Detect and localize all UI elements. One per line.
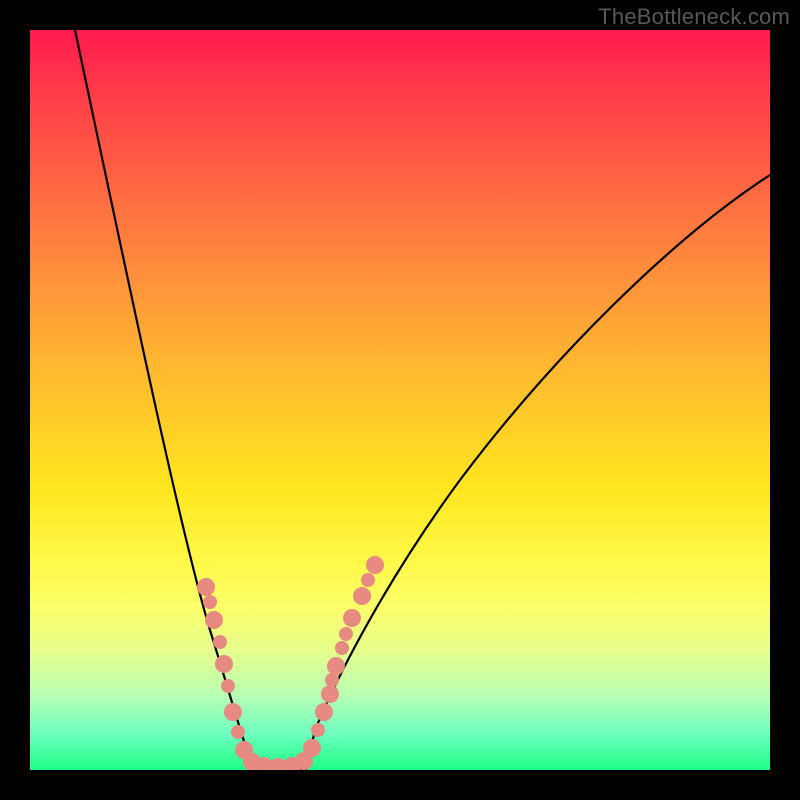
data-marker [361,573,375,587]
data-marker [343,609,361,627]
data-marker [213,635,227,649]
data-marker [339,627,353,641]
data-marker [231,725,245,739]
data-marker [335,641,349,655]
data-marker [353,587,371,605]
chart-svg [30,30,770,770]
data-marker [224,703,242,721]
data-marker [197,578,215,596]
data-marker [205,611,223,629]
curve-group [75,30,770,770]
data-marker [366,556,384,574]
data-marker [215,655,233,673]
outer-frame: TheBottleneck.com [0,0,800,800]
data-marker [325,673,339,687]
data-marker [327,657,345,675]
data-marker [203,595,217,609]
data-marker [311,723,325,737]
curve-right-curve [306,175,770,770]
data-marker [303,739,321,757]
data-marker [315,703,333,721]
data-marker [321,685,339,703]
plot-area [30,30,770,770]
attribution-text: TheBottleneck.com [598,4,790,30]
marker-group [197,556,384,770]
data-marker [221,679,235,693]
